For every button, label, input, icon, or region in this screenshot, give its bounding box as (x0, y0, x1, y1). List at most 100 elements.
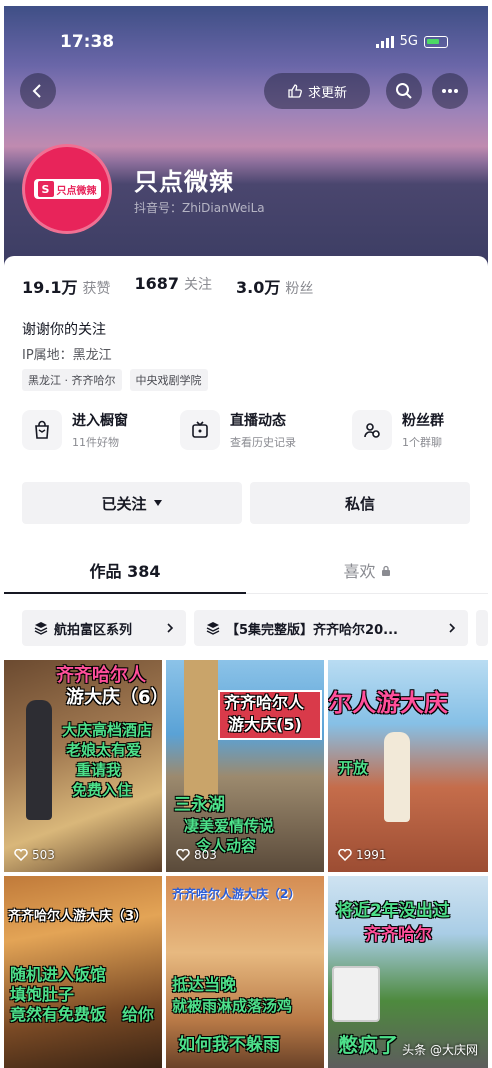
video-like-count: 1991 (356, 848, 387, 862)
heart-icon (338, 849, 352, 861)
profile-banner: 17:38 5G 求更新 S 只点微辣 只点微辣 抖音号：ZhiDianWeiL… (4, 6, 488, 276)
collection-aerial-label: 航拍富区系列 (54, 622, 133, 638)
video-like-count: 503 (32, 848, 55, 862)
video-caption: 免费入住 (72, 781, 133, 799)
video-tile[interactable]: 齐齐哈尔人游大庆（2） 抵达当晚 就被雨淋成落汤鸡 如何我不躲雨 (166, 876, 324, 1068)
collection-series-label: 【5集完整版】齐齐哈尔20... (226, 622, 398, 638)
video-person-figure (26, 700, 52, 820)
video-caption: 如何我不躲雨 (178, 1035, 280, 1055)
video-title: 将近2年没出过 (336, 901, 450, 921)
video-tile[interactable]: 将近2年没出过 齐齐哈尔 憋疯了 头条 @大庆网 (328, 876, 488, 1068)
collection-aerial[interactable]: 航拍富区系列 (22, 610, 186, 646)
collection-partial[interactable] (476, 610, 488, 646)
more-button[interactable] (432, 73, 468, 109)
status-time: 17:38 (60, 32, 115, 52)
video-title: 齐齐哈尔人 (224, 693, 305, 712)
stat-followers-value: 3.0万 (236, 278, 281, 297)
watermark: 头条 @大庆网 (402, 1043, 478, 1057)
video-caption: 随机进入饭馆 (10, 965, 107, 984)
video-title: 游大庆（6） (66, 687, 162, 708)
search-button[interactable] (386, 73, 422, 109)
message-button[interactable]: 私信 (250, 482, 470, 524)
content-tabs: 作品 384 喜欢 (4, 552, 488, 594)
chevron-right-icon (167, 623, 174, 633)
stat-followers[interactable]: 3.0万 粉丝 (236, 274, 313, 298)
video-caption: 给你 (122, 1005, 155, 1024)
feature-live[interactable]: 直播动态查看历史记录 (180, 410, 296, 450)
avatar-text: 只点微辣 (56, 185, 97, 197)
stat-likes[interactable]: 19.1万 获赞 (22, 274, 110, 298)
shopping-bag-icon (22, 410, 62, 450)
video-caption: 憋疯了 (338, 1033, 398, 1057)
followed-button[interactable]: 已关注 (22, 482, 242, 524)
video-title: 齐齐哈尔人游大庆（2） (172, 887, 301, 901)
video-tile[interactable]: 齐齐哈尔人 游大庆（6） 大庆高档酒店 老娘太有爱 重请我 免费入住 503 (4, 660, 162, 872)
fan-group-icon (352, 410, 392, 450)
video-grid: 齐齐哈尔人 游大庆（6） 大庆高档酒店 老娘太有爱 重请我 免费入住 503 齐… (4, 660, 488, 1068)
search-icon (396, 83, 412, 99)
video-tile[interactable]: 齐齐哈尔人 游大庆(5) 三永湖 凄美爱情传说 令人动容 803 (166, 660, 324, 872)
network-label: 5G (399, 34, 418, 49)
tab-likes-label: 喜欢 (343, 562, 376, 581)
feature-showcase[interactable]: 进入橱窗 11件好物 (22, 410, 128, 450)
tab-likes[interactable]: 喜欢 (246, 558, 488, 582)
back-button[interactable] (20, 73, 56, 109)
stat-likes-label: 获赞 (82, 281, 111, 297)
stat-followers-label: 粉丝 (285, 281, 314, 297)
live-tv-icon (180, 410, 220, 450)
caret-down-icon (153, 500, 162, 506)
followed-label: 已关注 (101, 494, 147, 513)
battery-icon (424, 35, 448, 48)
stat-following-label: 关注 (184, 277, 213, 293)
video-caption: 老娘太有爱 (66, 741, 142, 759)
feature-fan-group-subtitle: 1个群聊 (402, 436, 442, 449)
heart-icon (14, 849, 28, 861)
feature-showcase-subtitle: 11件好物 (72, 436, 119, 449)
video-person-figure (384, 732, 410, 822)
douyin-id[interactable]: 抖音号：ZhiDianWeiLa (134, 199, 265, 216)
video-caption: 抵达当晚 (172, 975, 237, 994)
video-like-count: 803 (194, 848, 217, 862)
stat-following[interactable]: 1687 关注 (134, 274, 212, 298)
feature-live-subtitle: 查看历史记录 (230, 436, 296, 449)
stats-row: 19.1万 获赞 1687 关注 3.0万 粉丝 (22, 274, 313, 298)
collection-row: 航拍富区系列 【5集完整版】齐齐哈尔20... (22, 610, 488, 646)
want-update-button[interactable]: 求更新 (264, 73, 370, 109)
video-tower-figure (184, 660, 218, 810)
feature-fan-group[interactable]: 粉丝群 1个群聊 (352, 410, 444, 450)
message-label: 私信 (344, 494, 375, 513)
avatar[interactable]: S 只点微辣 (22, 144, 112, 234)
nickname: 只点微辣 (134, 168, 234, 196)
tab-works[interactable]: 作品 384 (4, 558, 246, 582)
video-tile[interactable]: 尔人游大庆 开放 1991 (328, 660, 488, 872)
feature-live-title: 直播动态 (230, 413, 286, 429)
status-indicators: 5G (375, 34, 448, 49)
feature-showcase-title: 进入橱窗 (72, 413, 128, 429)
action-buttons: 已关注 私信 (22, 482, 470, 524)
tag-location: 黑龙江 · 齐齐哈尔 (22, 369, 122, 391)
video-caption: 凄美爱情传说 (184, 817, 275, 835)
video-tile[interactable]: 齐齐哈尔人游大庆（3） 随机进入饭馆 填饱肚子 竟然有免费饭 给你 (4, 876, 162, 1068)
collection-series[interactable]: 【5集完整版】齐齐哈尔20... (194, 610, 468, 646)
video-caption: 填饱肚子 (10, 985, 75, 1004)
bio-text: 谢谢你的关注 (22, 322, 106, 338)
brand-logo-icon: S (37, 181, 54, 197)
profile-card: 19.1万 获赞 1687 关注 3.0万 粉丝 谢谢你的关注 IP属地：黑龙江 黑龙… (4, 256, 488, 1068)
profile-screen: 17:38 5G 求更新 S 只点微辣 只点微辣 抖音号：ZhiDianWeiL… (4, 6, 488, 1068)
tag-school[interactable]: 中央戏剧学院 (129, 369, 208, 391)
feature-fan-group-title: 粉丝群 (402, 413, 444, 429)
want-update-label: 求更新 (307, 85, 347, 101)
video-title: 齐齐哈尔 (364, 925, 432, 945)
feature-row: 进入橱窗 11件好物 直播动态查看历史记录 粉丝群 1个群聊 (22, 410, 472, 460)
lock-icon (381, 565, 390, 576)
video-caption: 大庆高档酒店 (62, 721, 153, 739)
video-title: 齐齐哈尔人 (56, 665, 146, 686)
chevron-left-icon (32, 84, 41, 98)
layers-icon (206, 622, 220, 635)
video-caption: 三永湖 (174, 795, 225, 815)
profile-tags: 黑龙江 · 齐齐哈尔 中央戏剧学院 (22, 369, 208, 391)
signal-icon (375, 35, 394, 48)
heart-icon (176, 849, 190, 861)
chevron-right-icon (449, 623, 456, 633)
video-caption: 竟然有免费饭 (10, 1005, 107, 1024)
